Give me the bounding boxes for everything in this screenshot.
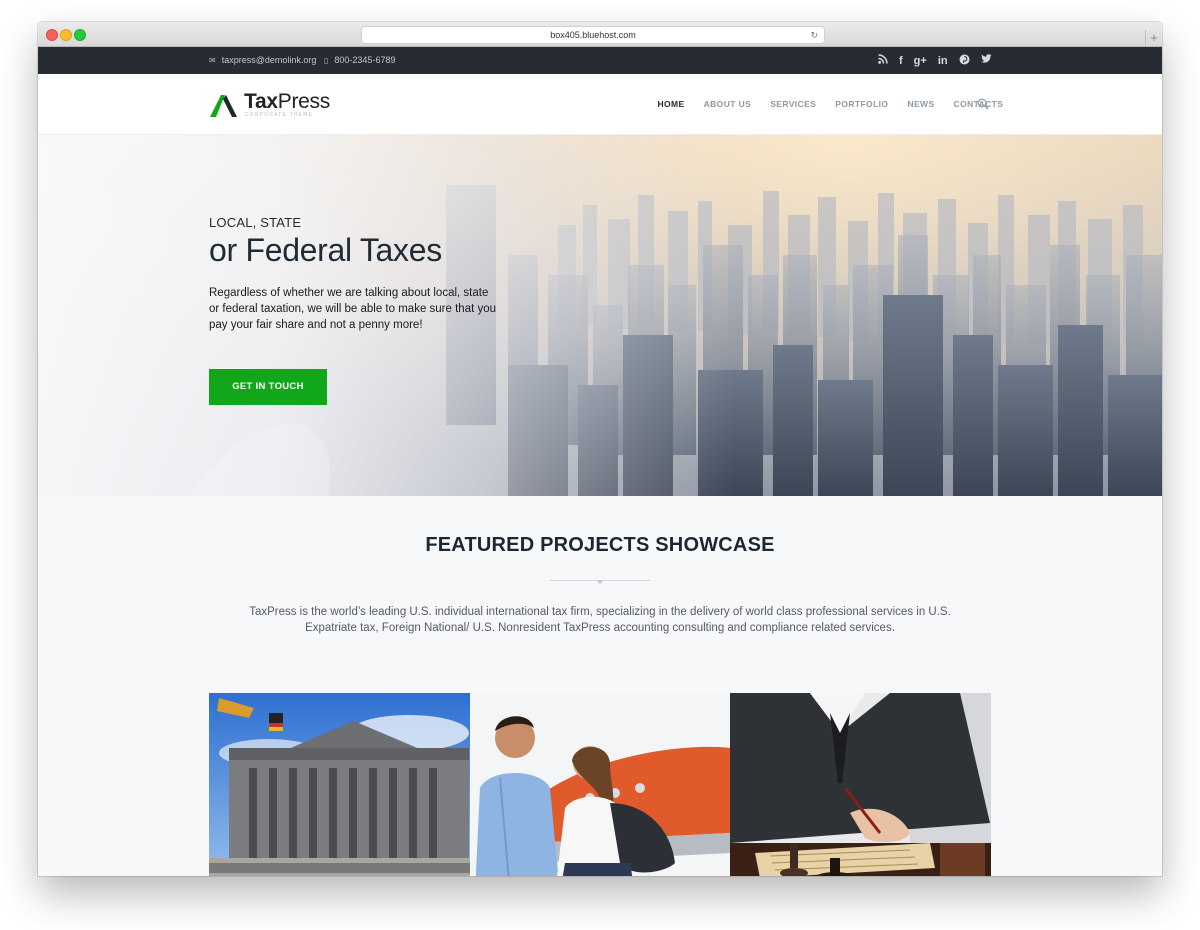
nav-item-home[interactable]: HOME [648,99,694,109]
mobile-phone-icon: ▯ [324,56,329,65]
facebook-icon[interactable]: f [899,55,903,67]
hero-title: or Federal Taxes [209,232,442,268]
project-tile-building[interactable] [209,693,470,876]
email-text: taxpress@demolink.org [221,55,317,65]
pinterest-icon[interactable] [959,54,970,68]
section-description: TaxPress is the world’s leading U.S. ind… [249,606,951,634]
rss-icon[interactable] [878,54,888,67]
twitter-icon[interactable] [980,54,992,67]
get-in-touch-button[interactable]: GET IN TOUCH [209,369,327,405]
address-bar[interactable]: box405.bluehost.com ↻ [361,26,825,44]
search-icon[interactable] [977,98,989,110]
browser-window: box405.bluehost.com ↻ + ✉ taxpress@demol… [38,22,1162,876]
nav-item-services[interactable]: SERVICES [761,99,826,109]
top-info-bar: ✉ taxpress@demolink.org ▯ 800-2345-6789 … [38,47,1162,74]
close-window-button[interactable] [46,29,58,41]
google-plus-icon[interactable]: g+ [914,55,927,67]
linkedin-icon[interactable]: in [938,55,948,67]
logo-text[interactable]: TaxPress [244,90,330,114]
hero-content: LOCAL, STATE or Federal Taxes Regardless… [209,215,509,333]
hero-banner: LOCAL, STATE or Federal Taxes Regardless… [38,135,1162,496]
signing-photo [730,693,992,876]
logo-text-press: Press [277,90,330,113]
new-tab-button[interactable]: + [1145,30,1162,46]
nav-item-about-us[interactable]: ABOUT US [694,99,761,109]
minimize-window-button[interactable] [60,29,72,41]
contact-phone[interactable]: ▯ 800-2345-6789 [324,47,395,74]
hero-kicker: LOCAL, STATE [209,215,302,230]
project-gallery [209,693,992,876]
social-links: f g+ in [878,47,992,74]
building-photo [209,693,470,876]
logo-text-tax: Tax [244,90,278,113]
nav-item-news[interactable]: NEWS [898,99,944,109]
logo-mark-icon[interactable] [210,93,238,117]
address-bar-url: box405.bluehost.com [550,30,636,40]
site-header: TaxPress Corporate theme HOME ABOUT US S… [38,74,1162,135]
project-tile-signing[interactable] [730,693,992,876]
hero-description: Regardless of whether we are talking abo… [209,287,497,331]
main-nav: HOME ABOUT US SERVICES PORTFOLIO NEWS CO… [648,74,1013,134]
logo-tagline: Corporate theme [245,112,314,118]
nav-item-portfolio[interactable]: PORTFOLIO [826,99,898,109]
contact-email[interactable]: ✉ taxpress@demolink.org [209,47,316,74]
travelers-photo [469,693,731,876]
section-title: FEATURED PROJECTS SHOWCASE [425,534,775,556]
divider-caret-icon [596,580,604,584]
project-tile-travelers[interactable] [469,693,731,876]
featured-projects-section: FEATURED PROJECTS SHOWCASE TaxPress is t… [38,496,1162,876]
phone-text: 800-2345-6789 [334,55,396,65]
envelope-icon: ✉ [209,56,216,65]
zoom-window-button[interactable] [74,29,86,41]
hero-left-fade [38,135,1162,496]
reload-icon[interactable]: ↻ [810,27,818,43]
browser-toolbar: box405.bluehost.com ↻ + [38,22,1162,47]
